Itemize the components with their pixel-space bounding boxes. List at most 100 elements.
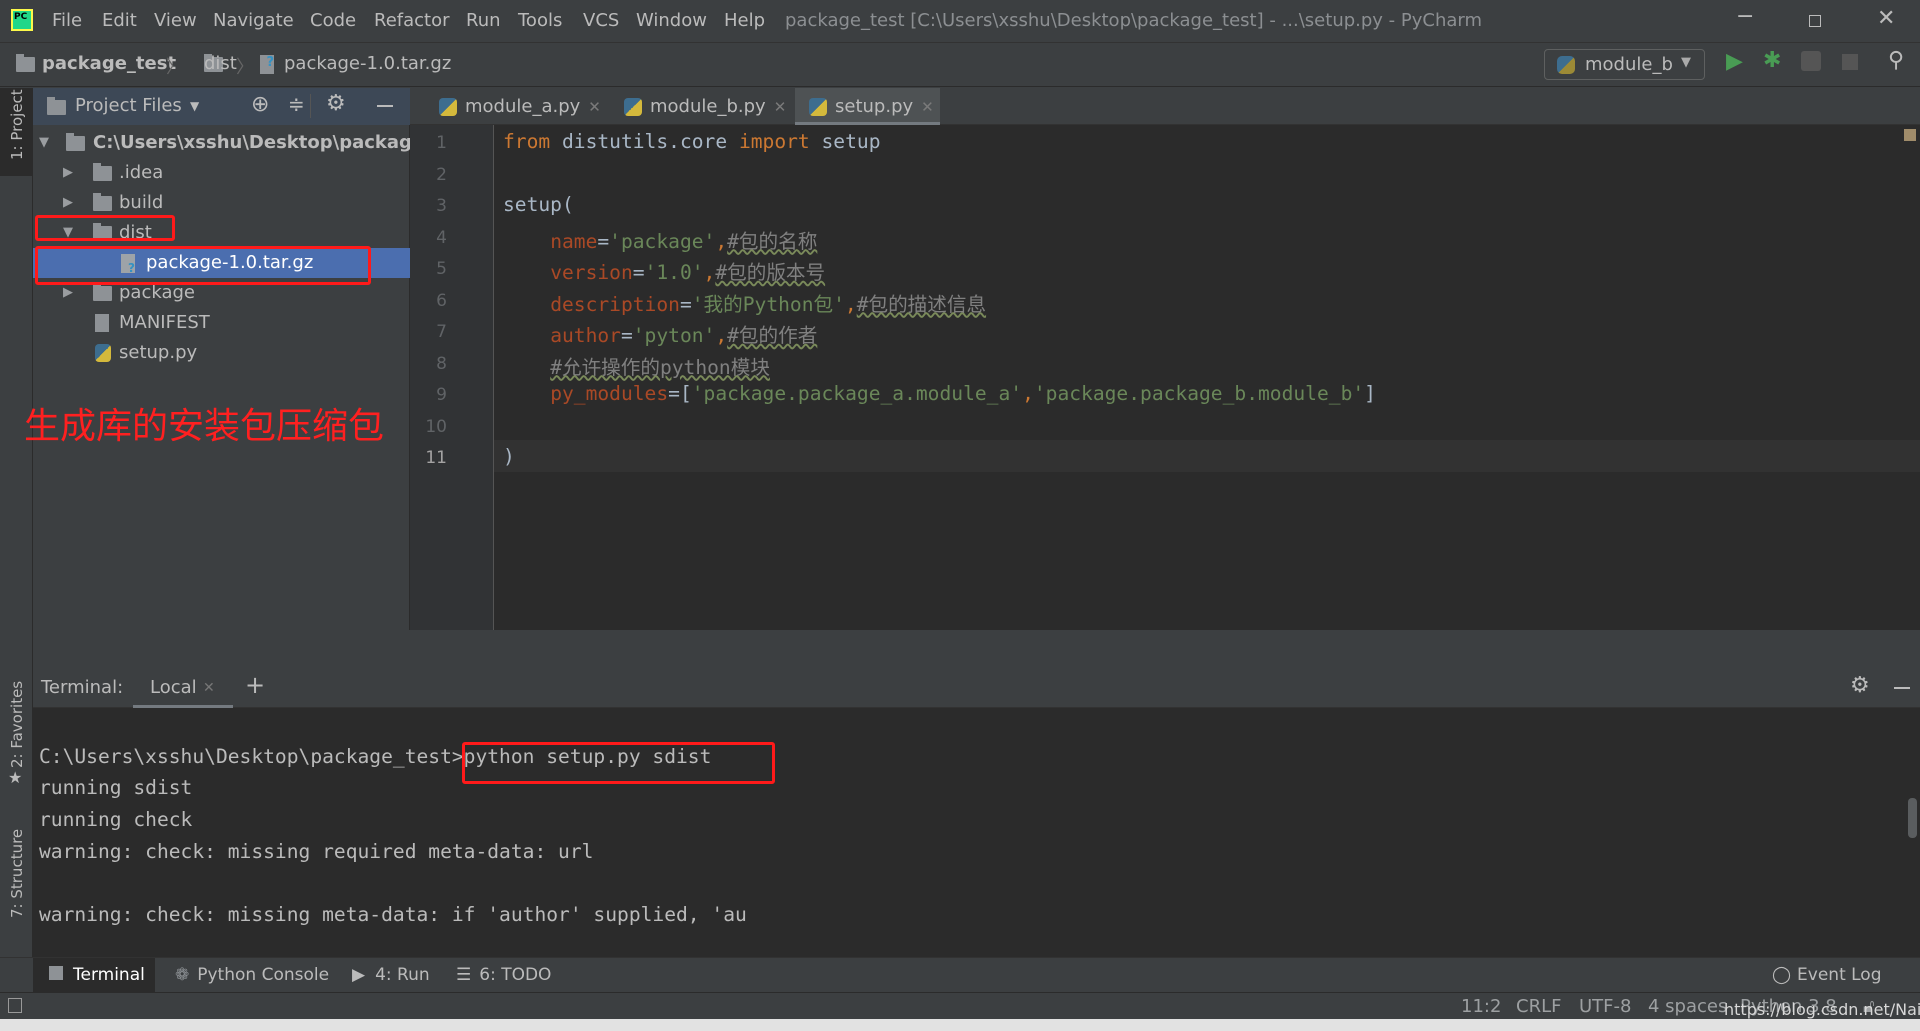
code-token: distutils.core xyxy=(550,130,739,153)
panel-divider[interactable] xyxy=(33,630,1920,667)
tree-item-root[interactable]: ▼ C:\Users\xsshu\Desktop\package_t xyxy=(33,128,442,158)
debug-icon[interactable]: ✱ xyxy=(1763,48,1781,73)
indent-setting[interactable]: 4 spaces xyxy=(1648,996,1727,1017)
menu-view[interactable]: View xyxy=(154,10,197,31)
toolwindow-python-console[interactable]: ❁ Python Console xyxy=(175,958,329,993)
close-icon[interactable]: ✕ xyxy=(1877,6,1895,31)
inspection-indicator[interactable] xyxy=(1904,129,1916,141)
code-editor[interactable]: 1 2 3 4 5 6 7 8 9 10 11 from distutils.core import… xyxy=(410,125,1920,630)
menu-navigate[interactable]: Navigate xyxy=(213,10,294,31)
menu-tools[interactable]: Tools xyxy=(518,10,562,31)
search-icon[interactable]: ⚲ xyxy=(1888,48,1904,73)
toolwindow-run[interactable]: ▶ 4: Run xyxy=(352,958,430,993)
terminal-tab-local[interactable]: Local ✕ xyxy=(133,667,233,708)
folder-icon xyxy=(16,54,35,72)
terminal-line: warning: check: missing meta-data: if 'a… xyxy=(39,903,747,927)
toolwindow-terminal[interactable]: Terminal xyxy=(33,958,155,993)
file-encoding[interactable]: UTF-8 xyxy=(1579,996,1631,1017)
line-number: 8 xyxy=(436,353,447,374)
code-line: setup( xyxy=(503,193,574,216)
run-icon: ▶ xyxy=(352,965,366,985)
editor-tabs: module_a.py ✕ module_b.py ✕ setup.py ✕ xyxy=(410,88,1920,125)
close-tab-icon[interactable]: ✕ xyxy=(588,98,601,116)
code-token: py_modules xyxy=(550,382,669,405)
tree-item-idea[interactable]: ▶ .idea xyxy=(33,158,410,188)
menu-help[interactable]: Help xyxy=(724,10,765,31)
annotation-box-tar-gz xyxy=(35,246,371,285)
caret-position[interactable]: 11:2 xyxy=(1461,996,1501,1017)
minimize-icon[interactable]: − xyxy=(1736,4,1754,29)
window-title: package_test [C:\Users\xsshu\Desktop\pac… xyxy=(785,10,1483,31)
menu-window[interactable]: Window xyxy=(636,10,707,31)
run-icon[interactable]: ▶ xyxy=(1726,49,1743,74)
star-icon: ★ xyxy=(8,768,23,787)
python-file-icon xyxy=(95,344,111,362)
tree-item-build[interactable]: ▶ build xyxy=(33,188,410,218)
line-separator[interactable]: CRLF xyxy=(1516,996,1561,1017)
menu-edit[interactable]: Edit xyxy=(102,10,137,31)
breadcrumb-dist[interactable]: dist xyxy=(204,53,237,74)
left-tool-strip: 1: Project 2: Favorites ★ 7: Structure xyxy=(0,88,33,992)
hide-icon[interactable] xyxy=(377,105,393,107)
terminal-icon xyxy=(49,966,63,980)
status-bar: 11:2 CRLF UTF-8 4 spaces Python 3.8 🔓︎ h… xyxy=(0,992,1920,1019)
collapse-all-icon[interactable]: ≑ xyxy=(288,92,305,116)
menu-run[interactable]: Run xyxy=(466,10,501,31)
code-token: 'package' xyxy=(609,229,716,253)
code-token: #包的版本号 xyxy=(715,261,826,284)
python-icon xyxy=(1557,56,1575,74)
code-token: 'pyton' xyxy=(632,324,716,347)
menu-bar: PC File Edit View Navigate Code Refactor… xyxy=(0,0,1920,43)
tab-module-a[interactable]: module_a.py ✕ xyxy=(425,88,601,125)
code-token: , xyxy=(1022,382,1034,405)
menu-code[interactable]: Code xyxy=(310,10,356,31)
code-token: ) xyxy=(503,445,515,468)
code-token: '1.0' xyxy=(644,261,704,284)
tab-setup-py[interactable]: setup.py ✕ xyxy=(795,88,940,125)
run-config-select[interactable]: module_b ▼ xyxy=(1544,49,1705,80)
code-token: #包的作者 xyxy=(727,324,818,347)
coverage-icon[interactable] xyxy=(1801,51,1821,71)
restore-icon[interactable] xyxy=(1809,15,1821,27)
tree-item-manifest[interactable]: MANIFEST xyxy=(33,308,410,338)
code-token: name xyxy=(550,229,598,253)
tab-module-b[interactable]: module_b.py ✕ xyxy=(610,88,786,125)
toolwindow-todo[interactable]: ☰ 6: TODO xyxy=(456,958,551,993)
code-token: = xyxy=(679,292,692,316)
locate-icon[interactable]: ⊕ xyxy=(251,92,269,117)
code-line: from distutils.core import setup xyxy=(503,130,881,153)
pycharm-logo: PC xyxy=(11,9,33,31)
menu-vcs[interactable]: VCS xyxy=(583,10,619,31)
project-view-select[interactable]: Project Files xyxy=(75,95,182,116)
breadcrumb-project[interactable]: package_test xyxy=(42,53,176,74)
run-config-label: module_b xyxy=(1585,54,1673,75)
terminal-output[interactable]: C:\Users\xsshu\Desktop\package_test>pyth… xyxy=(33,708,1920,957)
structure-strip-button[interactable]: 7: Structure xyxy=(8,829,26,918)
close-tab-icon[interactable]: ✕ xyxy=(203,680,215,696)
close-tab-icon[interactable]: ✕ xyxy=(774,98,787,116)
hide-icon[interactable] xyxy=(1894,687,1910,689)
code-token: description xyxy=(550,292,680,316)
tree-item-setup-py[interactable]: setup.py xyxy=(33,338,410,368)
chevron-down-icon[interactable]: ▼ xyxy=(190,99,199,113)
python-file-icon xyxy=(809,98,827,116)
favorites-strip-button[interactable]: 2: Favorites xyxy=(8,681,26,768)
gear-icon[interactable]: ⚙ xyxy=(1850,673,1870,698)
project-strip-button[interactable]: 1: Project xyxy=(0,88,33,176)
menu-file[interactable]: File xyxy=(52,10,82,31)
code-token: = xyxy=(620,324,633,347)
breadcrumb-file[interactable]: package-1.0.tar.gz xyxy=(284,53,451,74)
event-log-button[interactable]: ◯ Event Log xyxy=(1772,958,1882,993)
line-number: 11 xyxy=(425,448,447,468)
code-token: #包的描述信息 xyxy=(856,292,987,316)
new-terminal-button[interactable]: + xyxy=(245,671,265,699)
close-tab-icon[interactable]: ✕ xyxy=(921,98,934,116)
vertical-scrollbar[interactable] xyxy=(1908,798,1917,838)
menu-refactor[interactable]: Refactor xyxy=(374,10,450,31)
gear-icon[interactable]: ⚙ xyxy=(326,91,346,116)
current-line-highlight xyxy=(494,440,1920,472)
toggle-panels-icon[interactable] xyxy=(8,998,22,1013)
stop-icon[interactable] xyxy=(1842,54,1858,70)
code-token: from xyxy=(503,130,551,153)
